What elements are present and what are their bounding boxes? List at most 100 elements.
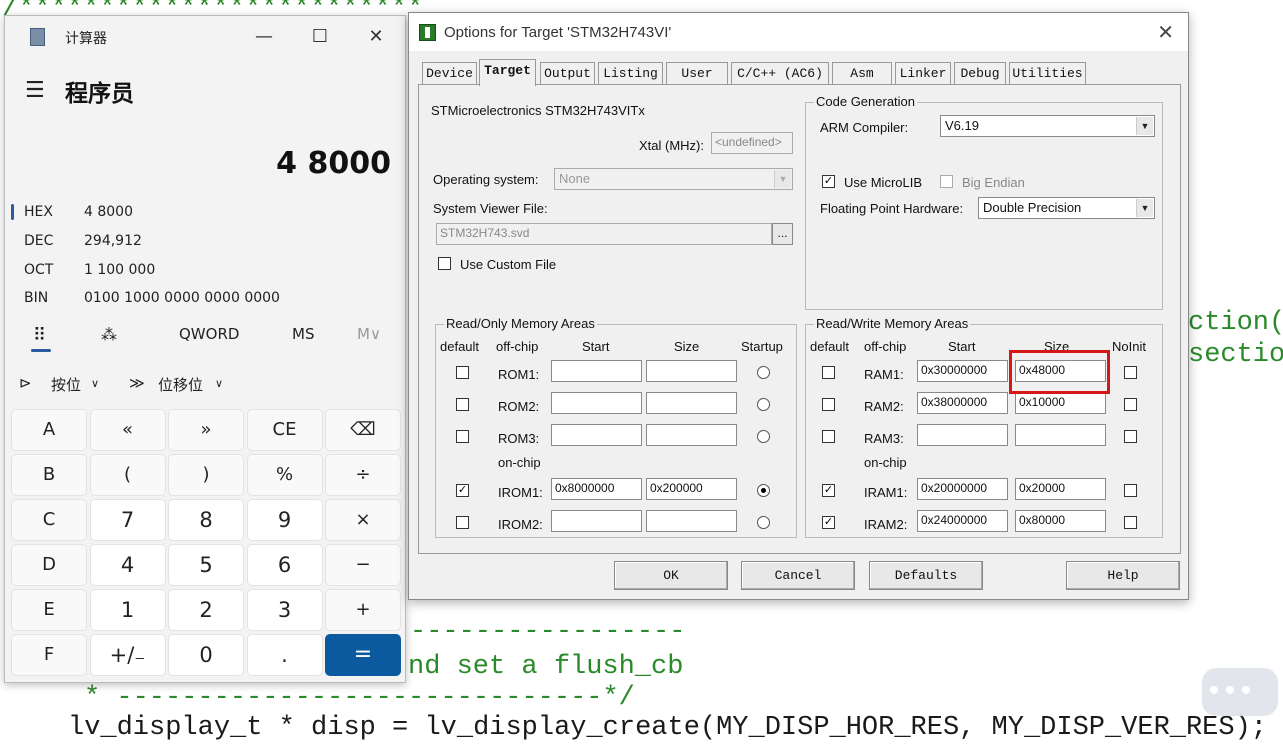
key-button[interactable]: 0 (168, 634, 244, 676)
key-button[interactable]: 6 (246, 544, 323, 586)
big-endian-checkbox[interactable] (940, 175, 953, 188)
key-button[interactable]: × (325, 499, 401, 541)
key-button[interactable]: 8 (168, 499, 244, 541)
key-button[interactable]: 5 (168, 544, 244, 586)
ok-button[interactable]: OK (614, 561, 728, 590)
tab-listing[interactable]: Listing (598, 62, 663, 86)
key-button[interactable]: E (11, 589, 87, 631)
key-button[interactable]: D (11, 544, 87, 586)
noinit-checkbox[interactable] (1124, 366, 1137, 379)
key-button[interactable]: 3 (246, 589, 323, 631)
size-field[interactable]: 0x80000 (1015, 510, 1106, 532)
dialog-close-icon[interactable]: ✕ (1157, 20, 1174, 45)
key-button[interactable]: + (325, 589, 401, 631)
start-address-field[interactable]: 0x30000000 (917, 360, 1008, 382)
start-address-field[interactable]: 0x8000000 (551, 478, 642, 500)
default-checkbox[interactable] (822, 430, 835, 443)
noinit-checkbox[interactable] (1124, 484, 1137, 497)
tab-cpp[interactable]: C/C++ (AC6) (731, 62, 829, 86)
tab-asm[interactable]: Asm (832, 62, 892, 86)
key-button[interactable]: +/₋ (89, 634, 166, 676)
start-address-field[interactable]: 0x20000000 (917, 478, 1008, 500)
key-button[interactable]: C (11, 499, 87, 541)
key-button[interactable]: = (325, 634, 401, 676)
key-button[interactable]: ) (168, 454, 244, 496)
start-address-field[interactable] (551, 424, 642, 446)
key-button[interactable]: 2 (168, 589, 244, 631)
size-field[interactable] (1015, 424, 1106, 446)
microlib-checkbox[interactable]: ✓ (822, 175, 835, 188)
key-button[interactable]: 9 (246, 499, 323, 541)
default-checkbox[interactable] (456, 366, 469, 379)
key-button[interactable]: » (168, 409, 244, 451)
default-checkbox[interactable] (822, 366, 835, 379)
default-checkbox[interactable] (456, 430, 469, 443)
start-address-field[interactable]: 0x24000000 (917, 510, 1008, 532)
default-checkbox[interactable] (822, 398, 835, 411)
fpu-select[interactable]: Double Precision ▼ (978, 197, 1155, 219)
size-field[interactable]: 0x200000 (646, 478, 737, 500)
maximize-button[interactable]: ☐ (297, 22, 343, 52)
default-checkbox[interactable] (456, 516, 469, 529)
noinit-checkbox[interactable] (1124, 398, 1137, 411)
key-button[interactable]: % (246, 454, 323, 496)
defaults-button[interactable]: Defaults (869, 561, 983, 590)
tab-utilities[interactable]: Utilities (1009, 62, 1086, 86)
bitshift-dropdown[interactable]: 位移位 (158, 374, 203, 395)
start-address-field[interactable] (551, 392, 642, 414)
key-button[interactable]: . (246, 634, 323, 676)
custom-file-checkbox[interactable] (438, 257, 451, 270)
memory-store-button[interactable]: MS (292, 325, 314, 343)
start-address-field[interactable] (551, 360, 642, 382)
key-button[interactable]: 4 (89, 544, 166, 586)
minimize-button[interactable]: — (241, 22, 287, 52)
bitwise-dropdown[interactable]: 按位 (51, 374, 81, 395)
startup-radio[interactable] (757, 366, 770, 379)
key-button[interactable]: F (11, 634, 87, 676)
radix-dec[interactable]: DEC 294,912 (11, 229, 391, 255)
menu-hamburger-icon[interactable]: ☰ (25, 78, 45, 103)
size-field[interactable] (646, 510, 737, 532)
key-button[interactable]: 1 (89, 589, 166, 631)
close-button[interactable]: ✕ (353, 22, 399, 52)
size-field[interactable] (646, 392, 737, 414)
tab-linker[interactable]: Linker (895, 62, 951, 86)
default-checkbox[interactable] (456, 398, 469, 411)
startup-radio[interactable] (757, 430, 770, 443)
svf-field[interactable]: STM32H743.svd (436, 223, 772, 245)
key-button[interactable]: 7 (89, 499, 166, 541)
tab-debug[interactable]: Debug (954, 62, 1006, 86)
default-checkbox[interactable]: ✓ (822, 484, 835, 497)
key-button[interactable]: ( (89, 454, 166, 496)
os-select[interactable]: None ▼ (554, 168, 793, 190)
tab-output[interactable]: Output (540, 62, 595, 86)
full-keypad-icon[interactable]: ⠿ (33, 325, 46, 346)
radix-oct[interactable]: OCT 1 100 000 (11, 258, 391, 284)
radix-bin[interactable]: BIN 0100 1000 0000 0000 0000 (11, 286, 391, 312)
default-checkbox[interactable]: ✓ (456, 484, 469, 497)
size-field[interactable]: 0x20000 (1015, 478, 1106, 500)
size-field[interactable] (646, 424, 737, 446)
size-field[interactable]: 0x10000 (1015, 392, 1106, 414)
compiler-select[interactable]: V6.19 ▼ (940, 115, 1155, 137)
default-checkbox[interactable]: ✓ (822, 516, 835, 529)
key-button[interactable]: B (11, 454, 87, 496)
memory-list-button[interactable]: M∨ (357, 325, 381, 343)
svf-browse-button[interactable]: ... (772, 223, 793, 245)
tab-user[interactable]: User (666, 62, 728, 86)
start-address-field[interactable]: 0x38000000 (917, 392, 1008, 414)
start-address-field[interactable] (551, 510, 642, 532)
tab-target[interactable]: Target (479, 59, 536, 86)
noinit-checkbox[interactable] (1124, 516, 1137, 529)
size-field[interactable] (646, 360, 737, 382)
key-button[interactable]: A (11, 409, 87, 451)
bit-toggle-keypad-icon[interactable]: ⁂ (101, 325, 117, 344)
key-button[interactable]: ⌫ (325, 409, 401, 451)
cancel-button[interactable]: Cancel (741, 561, 855, 590)
key-button[interactable]: ÷ (325, 454, 401, 496)
key-button[interactable]: CE (246, 409, 323, 451)
radix-hex[interactable]: HEX 4 8000 (11, 200, 391, 226)
xtal-field[interactable]: <undefined> (711, 132, 793, 154)
startup-radio[interactable] (757, 398, 770, 411)
tab-device[interactable]: Device (422, 62, 477, 86)
